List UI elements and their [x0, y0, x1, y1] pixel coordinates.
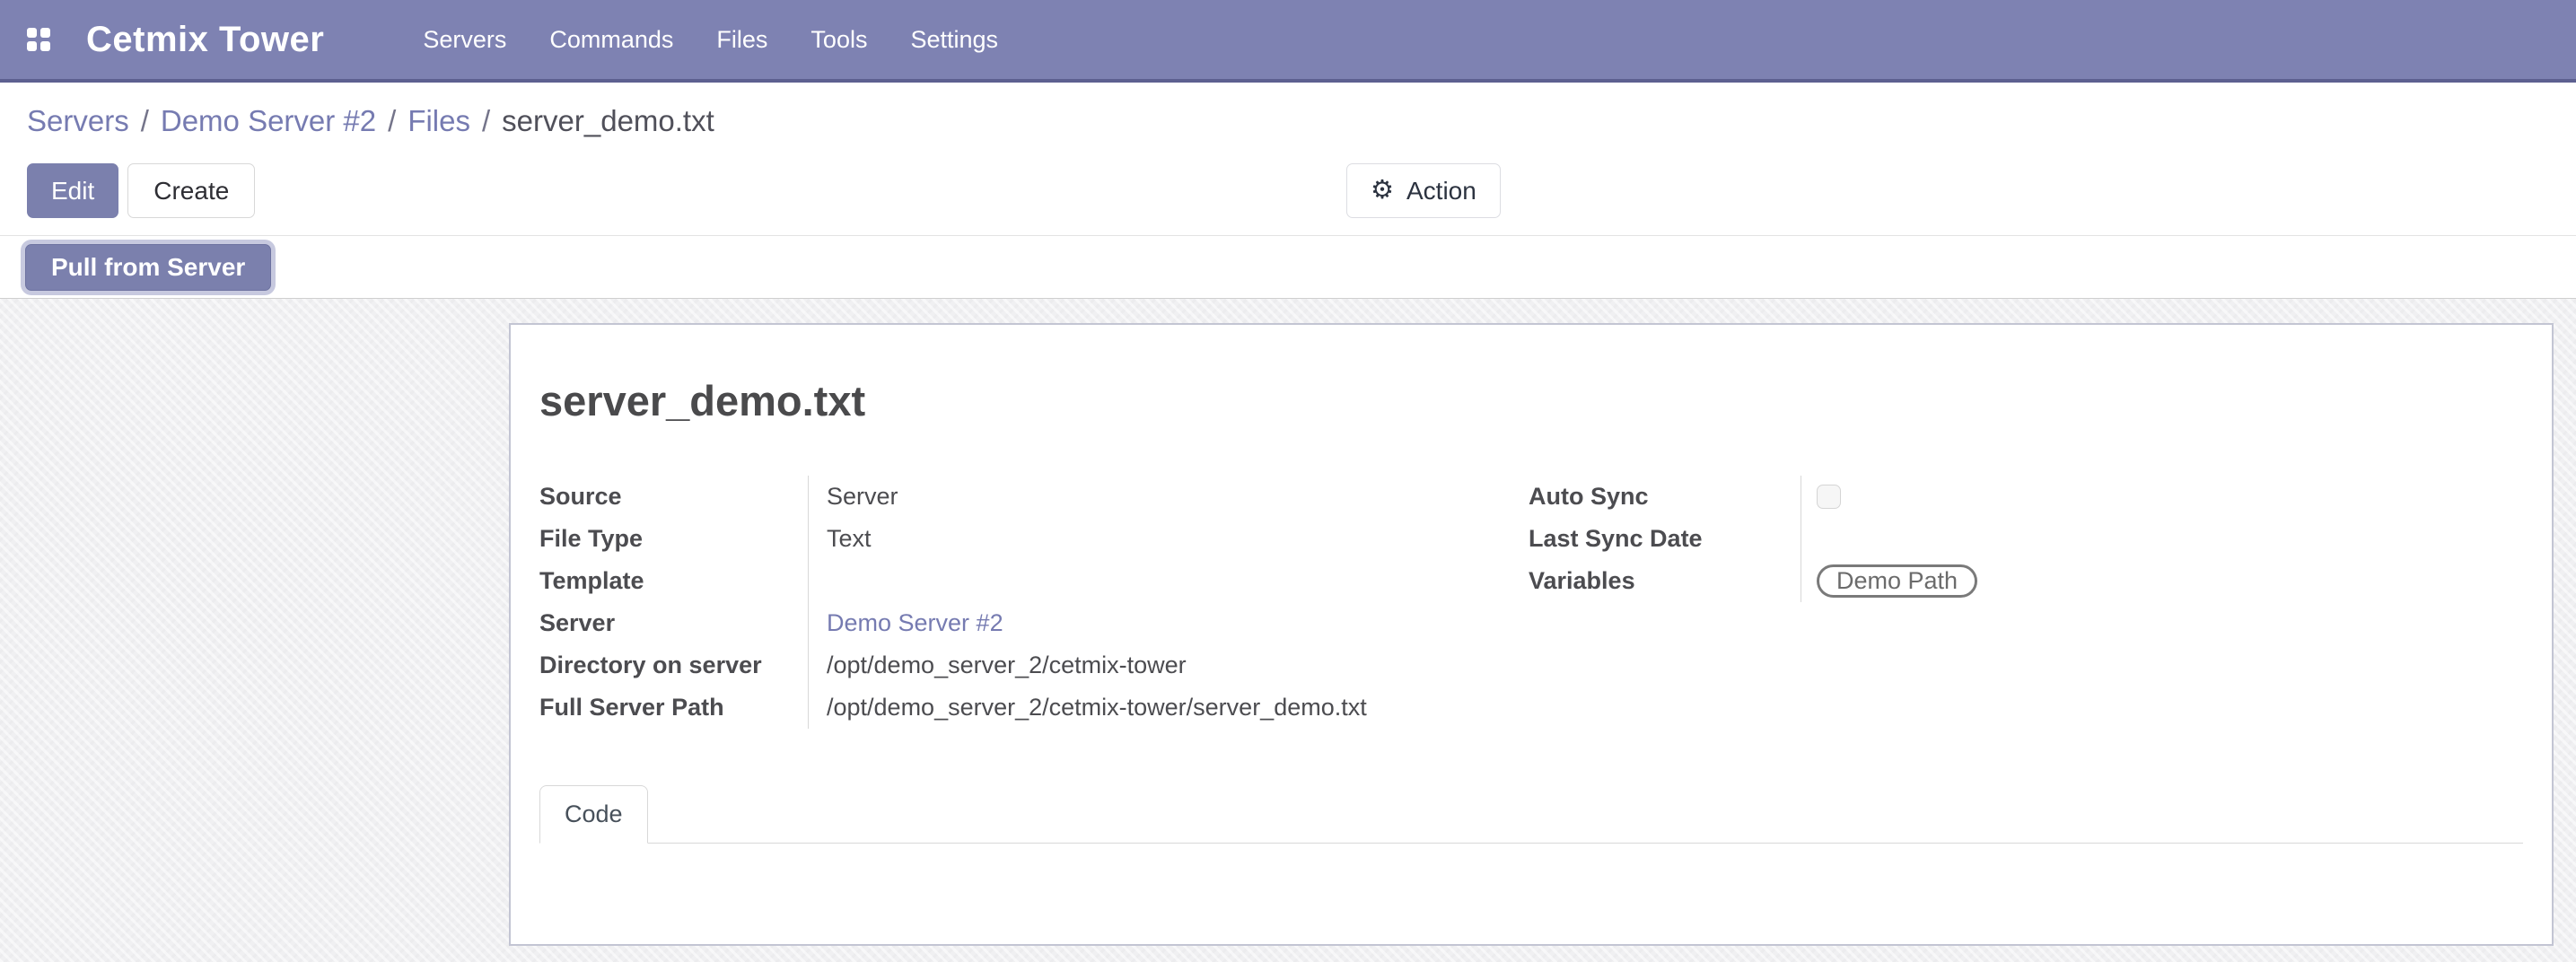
- field-value-server-link[interactable]: Demo Server #2: [808, 602, 1446, 644]
- menu-item-servers[interactable]: Servers: [423, 26, 506, 54]
- menu-item-files[interactable]: Files: [716, 26, 767, 54]
- create-button[interactable]: Create: [127, 163, 255, 218]
- field-label: Server: [539, 602, 808, 644]
- record-title: server_demo.txt: [539, 375, 2523, 427]
- field-value-full-path: /opt/demo_server_2/cetmix-tower/server_d…: [808, 687, 1446, 729]
- breadcrumb-separator: /: [388, 104, 396, 138]
- content-area: server_demo.txt Source Server File Type …: [0, 299, 2576, 962]
- notebook: Code: [539, 785, 2523, 844]
- field-row-template: Template: [539, 560, 1446, 602]
- field-groups: Source Server File Type Text Template Se…: [539, 476, 2523, 729]
- field-value-source: Server: [808, 476, 1446, 518]
- field-value-directory: /opt/demo_server_2/cetmix-tower: [808, 644, 1446, 687]
- field-label: Variables: [1529, 560, 1801, 602]
- field-row-file-type: File Type Text: [539, 518, 1446, 560]
- field-label: Template: [539, 560, 808, 602]
- breadcrumb-current: server_demo.txt: [502, 104, 714, 138]
- top-navbar: Cetmix Tower Servers Commands Files Tool…: [0, 0, 2576, 83]
- field-row-variables: Variables Demo Path: [1529, 560, 2480, 602]
- menu-item-settings[interactable]: Settings: [910, 26, 998, 54]
- field-row-source: Source Server: [539, 476, 1446, 518]
- apps-grid-icon[interactable]: [27, 28, 50, 51]
- field-group-right: Auto Sync Last Sync Date Variables Demo …: [1529, 476, 2480, 729]
- field-row-directory: Directory on server /opt/demo_server_2/c…: [539, 644, 1446, 687]
- pull-from-server-button[interactable]: Pull from Server: [25, 244, 271, 291]
- variable-tag: Demo Path: [1817, 564, 1977, 598]
- auto-sync-checkbox[interactable]: [1817, 485, 1841, 509]
- field-row-full-path: Full Server Path /opt/demo_server_2/cetm…: [539, 687, 1446, 729]
- tab-code[interactable]: Code: [539, 785, 648, 844]
- breadcrumb: Servers / Demo Server #2 / Files / serve…: [0, 83, 2576, 138]
- field-value-last-sync-date: [1801, 518, 2480, 560]
- field-value-template: [808, 560, 1446, 602]
- breadcrumb-separator: /: [482, 104, 490, 138]
- field-label: Source: [539, 476, 808, 518]
- field-row-last-sync-date: Last Sync Date: [1529, 518, 2480, 560]
- statusbar: Pull from Server: [0, 235, 2576, 299]
- menu-item-commands[interactable]: Commands: [549, 26, 673, 54]
- menu-item-tools[interactable]: Tools: [810, 26, 867, 54]
- tab-bar: Code: [539, 785, 2523, 844]
- app-brand[interactable]: Cetmix Tower: [86, 20, 324, 60]
- field-label: Directory on server: [539, 644, 808, 687]
- field-value-auto-sync: [1801, 476, 2480, 518]
- breadcrumb-demo-server[interactable]: Demo Server #2: [161, 104, 376, 138]
- main-menu: Servers Commands Files Tools Settings: [423, 26, 998, 54]
- field-label: Full Server Path: [539, 687, 808, 729]
- field-row-auto-sync: Auto Sync: [1529, 476, 2480, 518]
- gear-icon: ⚙: [1371, 178, 1394, 204]
- control-panel: Servers / Demo Server #2 / Files / serve…: [0, 83, 2576, 235]
- field-value-variables: Demo Path: [1801, 560, 2480, 602]
- breadcrumb-files[interactable]: Files: [407, 104, 470, 138]
- field-row-server: Server Demo Server #2: [539, 602, 1446, 644]
- field-value-file-type: Text: [808, 518, 1446, 560]
- action-menu-button[interactable]: ⚙ Action: [1346, 163, 1501, 218]
- edit-button[interactable]: Edit: [27, 163, 118, 218]
- field-label: Auto Sync: [1529, 476, 1801, 518]
- field-group-left: Source Server File Type Text Template Se…: [539, 476, 1446, 729]
- field-label: File Type: [539, 518, 808, 560]
- breadcrumb-servers[interactable]: Servers: [27, 104, 129, 138]
- form-buttons: Edit Create: [27, 163, 255, 218]
- field-label: Last Sync Date: [1529, 518, 1801, 560]
- action-button-label: Action: [1406, 177, 1476, 206]
- form-sheet: server_demo.txt Source Server File Type …: [509, 323, 2554, 946]
- breadcrumb-separator: /: [141, 104, 149, 138]
